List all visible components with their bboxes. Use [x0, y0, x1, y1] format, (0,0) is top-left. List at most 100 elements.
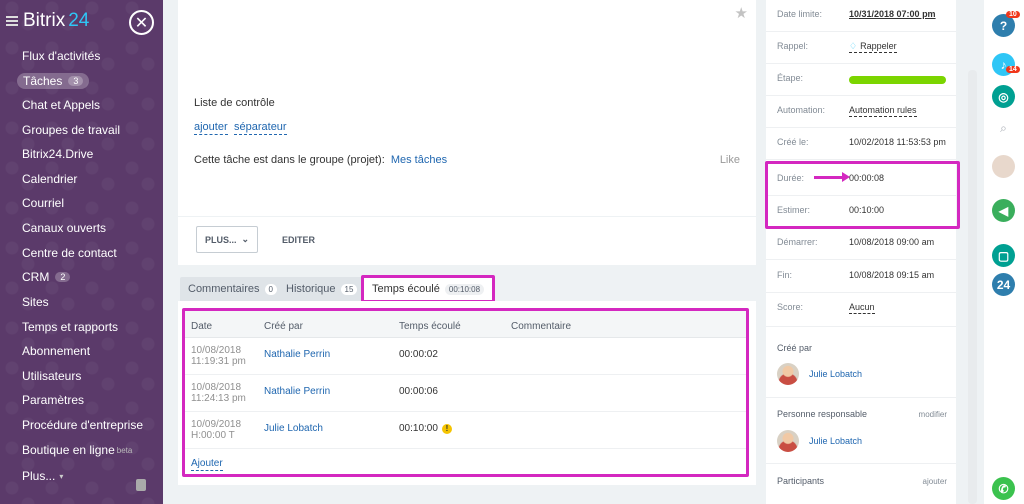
info-row-reminder: Rappel: ♢ Rappeler — [766, 32, 956, 64]
info-row-stage: Étape: — [766, 64, 956, 96]
reminder-text: Rappeler — [860, 41, 897, 51]
tab-label: Historique — [286, 283, 336, 295]
screen-search-icon[interactable]: ▢ — [992, 244, 1015, 267]
sidebar-item-tasks[interactable]: Tâches 3 — [17, 73, 90, 89]
chat-icon[interactable]: ◎ — [992, 85, 1015, 108]
creator-person[interactable]: Julie Lobatch — [777, 363, 862, 385]
phone-icon[interactable]: ✆ — [992, 477, 1015, 500]
deadline-label: Date limite: — [777, 9, 823, 19]
avatar — [777, 430, 799, 452]
author-link[interactable]: Nathalie Perrin — [264, 349, 330, 360]
sidebar-item-label: Temps et rapports — [22, 320, 119, 334]
reminder-label: Rappel: — [777, 41, 809, 51]
end-value: 10/08/2018 09:15 am — [849, 270, 935, 280]
beta-tag: beta — [116, 445, 133, 455]
sidebar-item-contact-center[interactable]: Centre de contact — [22, 246, 117, 260]
scrollbar[interactable] — [968, 70, 977, 504]
tab-comments[interactable]: Commentaires 0 — [180, 277, 285, 301]
table-row: 10/08/2018 11:19:31 pm Nathalie Perrin 00… — [185, 338, 746, 375]
column-header-comment: Commentaire — [511, 321, 572, 332]
logo-number: 24 — [68, 10, 90, 31]
row-date: 10/08/2018 11:24:13 pm — [191, 382, 246, 404]
sidebar-item-drive[interactable]: Bitrix24.Drive — [22, 147, 93, 161]
score-link[interactable]: Aucun — [849, 302, 875, 314]
created-label: Créé le: — [777, 137, 809, 147]
elapsed-text: 00:00:06 — [399, 386, 438, 397]
author-link[interactable]: Nathalie Perrin — [264, 386, 330, 397]
add-participant-link[interactable]: ajouter — [923, 477, 947, 486]
contact-avatar-icon[interactable] — [992, 155, 1015, 178]
responsible-person[interactable]: Julie Lobatch — [777, 430, 862, 452]
sidebar-item-label: Sites — [22, 295, 49, 309]
sidebar-item-chat[interactable]: Chat et Appels — [22, 98, 100, 112]
end-label: Fin: — [777, 270, 793, 280]
table-row: 10/08/2018 11:24:13 pm Nathalie Perrin 00… — [185, 375, 746, 412]
bitrix24-icon[interactable]: 24 — [992, 273, 1015, 296]
row-date: 10/08/2018 11:19:31 pm — [191, 345, 246, 367]
author-link[interactable]: Julie Lobatch — [264, 423, 323, 434]
creator-name[interactable]: Julie Lobatch — [809, 369, 862, 379]
info-row-deadline: Date limite: 10/31/2018 07:00 pm — [766, 0, 956, 32]
sidebar-item-activity[interactable]: Flux d'activités — [22, 49, 100, 63]
deadline-value[interactable]: 10/31/2018 07:00 pm — [849, 9, 936, 19]
group-info: Cette tâche est dans le groupe (projet):… — [194, 154, 447, 166]
more-button[interactable]: PLUS... ⌄ — [196, 226, 258, 253]
tab-history[interactable]: Historique 15 — [278, 277, 366, 301]
stage-bar[interactable] — [849, 76, 946, 84]
avatar — [777, 363, 799, 385]
responsible-name[interactable]: Julie Lobatch — [809, 436, 862, 446]
stage-label: Étape: — [777, 73, 804, 83]
date-text: 10/09/2018 — [191, 419, 242, 430]
sidebar-item-open-channels[interactable]: Canaux ouverts — [22, 221, 106, 235]
star-icon[interactable]: ★ — [735, 4, 748, 22]
modify-responsible-link[interactable]: modifier — [919, 410, 947, 419]
sidebar-item-label: Groupes de travail — [22, 123, 121, 137]
sidebar-item-label: Abonnement — [22, 344, 91, 358]
reminder-link[interactable]: ♢ Rappeler — [849, 41, 897, 53]
sidebar-item-workgroups[interactable]: Groupes de travail — [22, 123, 120, 137]
info-row-start: Démarrer: 10/08/2018 09:00 am — [766, 228, 956, 260]
time-text: H:00:00 T — [191, 430, 235, 441]
sidebar-item-sites[interactable]: Sites — [22, 295, 49, 309]
checklist-add-link[interactable]: ajouter — [194, 121, 228, 135]
sidebar-item-online-store[interactable]: Boutique en ligne beta — [22, 443, 132, 457]
search-icon[interactable]: ⌕ — [992, 117, 1015, 140]
add-time-link[interactable]: Ajouter — [191, 458, 223, 471]
sidebar-item-workflows[interactable]: Procédure d'entreprise — [22, 418, 143, 432]
sidebar-item-label: Plus... — [22, 469, 56, 483]
automation-link[interactable]: Automation rules — [849, 105, 917, 117]
warning-icon[interactable]: ! — [441, 423, 452, 434]
sidebar-item-label: Procédure d'entreprise — [22, 418, 144, 432]
sidebar-item-crm[interactable]: CRM 2 — [22, 270, 71, 284]
like-link[interactable]: Like — [720, 154, 740, 166]
time-text: 11:24:13 pm — [191, 393, 246, 404]
chevron-down-icon: ⌄ — [241, 234, 250, 244]
sidebar-item-mail[interactable]: Courriel — [22, 196, 64, 210]
right-toolbar: ? 10 ♪ 14 ◎ ⌕ ◀ ▢ 24 ✆ — [984, 0, 1024, 504]
sidebar-item-settings[interactable]: Paramètres — [22, 393, 84, 407]
elapsed-text: 00:00:02 — [399, 349, 438, 360]
sidebar-item-label: Centre de contact — [22, 246, 117, 260]
more-button-label: PLUS... — [204, 234, 237, 245]
tab-count: 0 — [264, 283, 277, 295]
close-button[interactable]: ✕ — [129, 10, 154, 35]
tab-time-spent[interactable]: Temps écoulé 00:10:08 — [361, 275, 496, 303]
logo-row[interactable]: Bitrix 24 — [6, 10, 89, 32]
megaphone-icon[interactable]: ◀ — [992, 199, 1015, 222]
sidebar-item-more[interactable]: Plus... ▾ — [22, 469, 63, 483]
checklist-separator-link[interactable]: séparateur — [234, 121, 287, 135]
divider — [766, 397, 956, 398]
sidebar-item-calendar[interactable]: Calendrier — [22, 172, 77, 186]
sidebar-item-label: Chat et Appels — [22, 98, 101, 112]
group-link[interactable]: Mes tâches — [391, 154, 447, 166]
sidebar-item-users[interactable]: Utilisateurs — [22, 369, 81, 383]
printer-icon[interactable] — [136, 479, 146, 491]
start-label: Démarrer: — [777, 237, 818, 247]
chevron-down-icon: ▾ — [59, 471, 64, 481]
info-row-end: Fin: 10/08/2018 09:15 am — [766, 261, 956, 293]
sidebar-item-subscription[interactable]: Abonnement — [22, 344, 90, 358]
edit-button[interactable]: EDITER — [282, 235, 315, 245]
sidebar-item-time-reports[interactable]: Temps et rapports — [22, 320, 118, 334]
menu-icon[interactable] — [6, 16, 18, 26]
table-row: 10/09/2018 H:00:00 T Julie Lobatch 00:10:… — [185, 412, 746, 449]
